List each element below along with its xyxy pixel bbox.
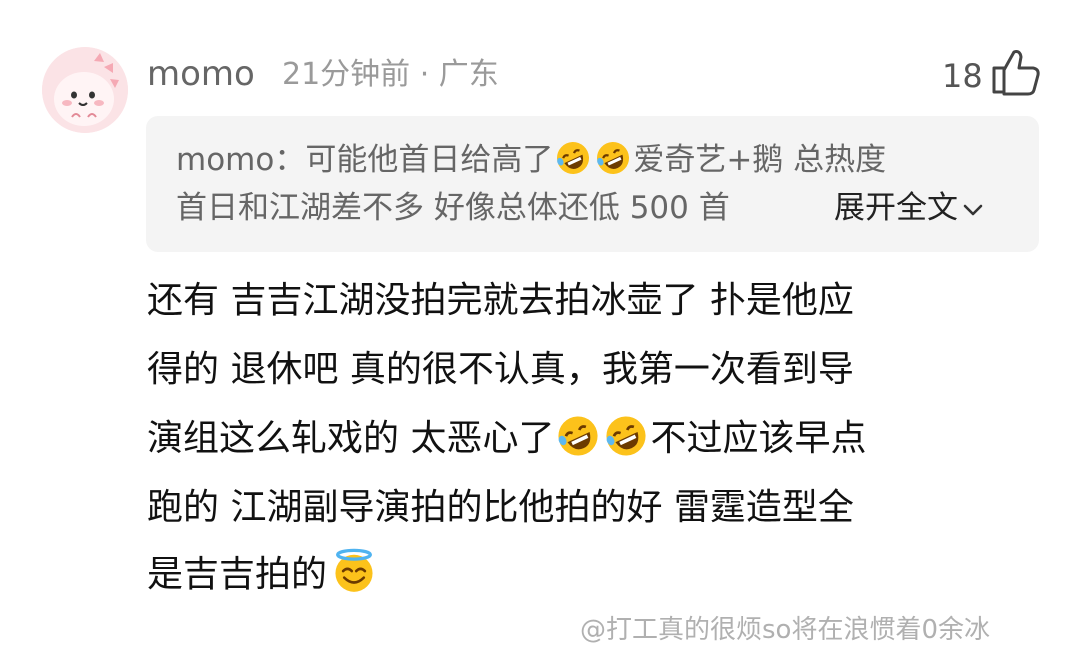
comment-body-line-3-end: 不过应该早点	[650, 418, 867, 459]
rofl-emoji-icon	[557, 142, 590, 174]
pink-dinosaur-avatar-icon	[42, 47, 128, 133]
comment-body-line-1: 还有 吉吉江湖没拍完就去拍冰壶了 扑是他应	[147, 280, 854, 321]
quote-line-1: momo：可能他首日给高了 爱奇艺+鹅 总热度	[176, 140, 886, 180]
expand-label: 展开全文	[834, 190, 958, 226]
comment-body-line-3-start: 演组这么轧戏的 太恶心了	[147, 418, 555, 459]
username[interactable]: momo	[147, 52, 255, 96]
comment-body-line-3: 演组这么轧戏的 太恶心了 不过应该早点	[147, 414, 866, 464]
rofl-emoji-icon	[597, 142, 630, 174]
avatar[interactable]	[42, 47, 128, 133]
quote-prefix: momo：可能他首日给高了	[176, 142, 554, 178]
comment-card: momo 21分钟前 · 广东 18 momo：可能他首日给高了 爱奇艺+鹅 总…	[0, 0, 1080, 655]
quote-fade-overlay	[746, 186, 836, 230]
halo-smile-emoji-icon	[335, 548, 373, 592]
like-count: 18	[942, 57, 983, 95]
quoted-comment[interactable]: momo：可能他首日给高了 爱奇艺+鹅 总热度 首日和江湖差不多 好像总体还低 …	[146, 116, 1039, 252]
weibo-watermark: @打工真的很烦so将在浪惯着0余冰	[580, 615, 990, 645]
expand-full-text-button[interactable]: 展开全文	[834, 188, 984, 228]
quote-line-2: 首日和江湖差不多 好像总体还低 500 首	[176, 190, 730, 226]
comment-meta: 21分钟前 · 广东	[282, 57, 499, 92]
comment-body-line-5-text: 是吉吉拍的	[147, 554, 328, 595]
comment-body-line-2: 得的 退休吧 真的很不认真，我第一次看到导	[147, 349, 854, 390]
chevron-down-icon	[963, 204, 983, 215]
comment-body-line-4: 跑的 江湖副导演拍的比他拍的好 雷霆造型全	[147, 487, 854, 528]
comment-body-line-5: 是吉吉拍的	[147, 546, 381, 600]
quote-line-1-rest: 爱奇艺+鹅 总热度	[633, 142, 887, 178]
rofl-emoji-icon	[606, 416, 647, 456]
rofl-emoji-icon	[558, 416, 599, 456]
thumbs-up-icon[interactable]	[990, 48, 1042, 96]
